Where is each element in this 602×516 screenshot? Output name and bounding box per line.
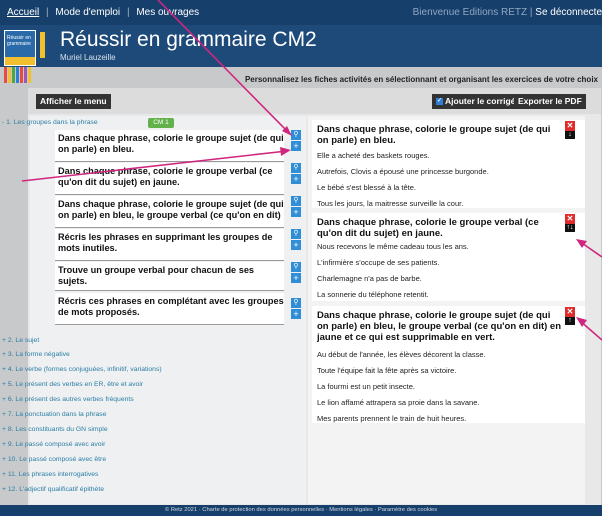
add-answer-key-toggle[interactable]: ✓ Ajouter le corrigé bbox=[432, 94, 520, 109]
selected-exercise-title: Dans chaque phrase, colorie le groupe ve… bbox=[317, 217, 539, 239]
my-books-link[interactable]: Mes ouvrages bbox=[136, 7, 199, 18]
logout-link[interactable]: Se déconnecte bbox=[535, 7, 602, 18]
chapter-link[interactable]: + 2. Le sujet bbox=[2, 337, 39, 344]
footer: © Retz 2021 · Charte de protection des d… bbox=[0, 505, 602, 516]
home-link[interactable]: Accueil bbox=[7, 7, 39, 18]
selected-exercise-card[interactable]: Dans chaque phrase, colorie le groupe su… bbox=[312, 306, 585, 423]
exercise-sentence: Elle a acheté des baskets rouges. bbox=[317, 151, 430, 160]
user-area: Bienvenue Editions RETZ | Se déconnecte bbox=[413, 7, 602, 18]
delete-icon[interactable]: ✕ bbox=[565, 121, 575, 131]
exercise-sentence: Autrefois, Clovis a épousé une princesse… bbox=[317, 167, 489, 176]
header-accent bbox=[40, 32, 45, 58]
cover-title: Réussir en grammaire bbox=[7, 35, 31, 47]
exercise-actions: ⚲ + bbox=[291, 229, 301, 250]
exercise-item: Dans chaque phrase, colorie le groupe su… bbox=[55, 196, 284, 228]
selected-exercise-card[interactable]: Dans chaque phrase, colorie le groupe su… bbox=[312, 120, 585, 208]
pencils-illustration bbox=[4, 67, 34, 83]
selected-exercise-card[interactable]: Dans chaque phrase, colorie le groupe ve… bbox=[312, 213, 585, 301]
preview-icon[interactable]: ⚲ bbox=[291, 298, 301, 308]
chapter-link[interactable]: + 4. Le verbe (formes conjuguées, infini… bbox=[2, 366, 162, 373]
add-exercise-icon[interactable]: + bbox=[291, 174, 301, 184]
preview-icon[interactable]: ⚲ bbox=[291, 163, 301, 173]
card-controls: ✕ ↑ bbox=[565, 307, 575, 325]
page-title: Réussir en grammaire CM2 bbox=[60, 28, 317, 51]
add-exercise-icon[interactable]: + bbox=[291, 207, 301, 217]
top-nav-bar: Accueil | Mode d'emploi | Mes ouvrages B… bbox=[0, 0, 602, 25]
exercise-text: Dans chaque phrase, colorie le groupe ve… bbox=[58, 166, 273, 187]
chapter-link[interactable]: + 7. La ponctuation dans la phrase bbox=[2, 411, 107, 418]
exercise-sentence: Toute l'équipe fait la fête après sa vic… bbox=[317, 366, 457, 375]
personalize-instructions: Personnalisez les fiches activités en sé… bbox=[244, 75, 598, 84]
exercise-text: Récris ces phrases en complétant avec le… bbox=[58, 296, 284, 317]
add-exercise-icon[interactable]: + bbox=[291, 240, 301, 250]
add-exercise-icon[interactable]: + bbox=[291, 273, 301, 283]
delete-icon[interactable]: ✕ bbox=[565, 307, 575, 317]
chapter-link[interactable]: + 6. Le présent des autres verbes fréque… bbox=[2, 396, 134, 403]
exercise-sentence: Tous les jours, la maitresse surveille l… bbox=[317, 199, 464, 208]
chapter-1-toggle[interactable]: - 1. Les groupes dans la phrase bbox=[2, 119, 98, 126]
exercise-item: Récris les phrases en supprimant les gro… bbox=[55, 229, 284, 261]
exercise-sentence: Mes parents prennent le train de huit he… bbox=[317, 414, 467, 423]
exercise-text: Trouve un groupe verbal pour chacun de s… bbox=[58, 265, 255, 286]
show-menu-button[interactable]: Afficher le menu bbox=[36, 94, 111, 109]
checkbox-checked-icon[interactable]: ✓ bbox=[436, 98, 443, 106]
move-up-down-icon[interactable]: ↑↓ bbox=[565, 224, 575, 232]
selected-exercise-title: Dans chaque phrase, colorie le groupe su… bbox=[317, 124, 551, 146]
chapter-link[interactable]: + 12. L'adjectif qualificatif épithète bbox=[2, 486, 104, 493]
add-exercise-icon[interactable]: + bbox=[291, 309, 301, 319]
exercise-sentence: Le lion affamé attrapera sa proie dans l… bbox=[317, 398, 480, 407]
exercise-actions: ⚲ + bbox=[291, 130, 301, 151]
preview-icon[interactable]: ⚲ bbox=[291, 262, 301, 272]
move-down-icon[interactable]: ↓ bbox=[565, 131, 575, 139]
book-cover: Réussir en grammaire bbox=[4, 30, 36, 66]
nav-separator: | bbox=[46, 7, 49, 18]
chapter-link[interactable]: + 5. Le présent des verbes en ER, être e… bbox=[2, 381, 143, 388]
add-exercise-icon[interactable]: + bbox=[291, 141, 301, 151]
exercise-actions: ⚲ + bbox=[291, 163, 301, 184]
exercise-item: Récris ces phrases en complétant avec le… bbox=[55, 293, 284, 325]
exercise-item: Trouve un groupe verbal pour chacun de s… bbox=[55, 262, 284, 291]
exercise-sentence: Au début de l'année, les élèves décorent… bbox=[317, 350, 486, 359]
exercise-actions: ⚲ + bbox=[291, 262, 301, 283]
exercise-text: Récris les phrases en supprimant les gro… bbox=[58, 232, 273, 253]
cover-band bbox=[5, 57, 35, 65]
export-pdf-button[interactable]: Exporter le PDF bbox=[514, 94, 586, 109]
exercise-sentence: La fourmi est un petit insecte. bbox=[317, 382, 415, 391]
level-badge: CM 1 bbox=[148, 118, 174, 128]
preview-icon[interactable]: ⚲ bbox=[291, 196, 301, 206]
exercise-item: Dans chaque phrase, colorie le groupe su… bbox=[55, 130, 284, 162]
preview-icon[interactable]: ⚲ bbox=[291, 229, 301, 239]
exercise-actions: ⚲ + bbox=[291, 298, 301, 319]
exercise-item: Dans chaque phrase, colorie le groupe ve… bbox=[55, 163, 284, 195]
chapter-link[interactable]: + 11. Les phrases interrogatives bbox=[2, 471, 98, 478]
user-guide-link[interactable]: Mode d'emploi bbox=[55, 7, 120, 18]
exercise-sentence: La sonnerie du téléphone retentit. bbox=[317, 290, 429, 299]
exercise-actions: ⚲ + bbox=[291, 196, 301, 217]
welcome-text: Bienvenue Editions RETZ | bbox=[412, 7, 533, 18]
exercise-text: Dans chaque phrase, colorie le groupe su… bbox=[58, 199, 284, 220]
exercise-text: Dans chaque phrase, colorie le groupe su… bbox=[58, 133, 284, 154]
move-up-icon[interactable]: ↑ bbox=[565, 317, 575, 325]
card-controls: ✕ ↑↓ bbox=[565, 214, 575, 232]
exercise-sentence: L'infirmière s'occupe de ses patients. bbox=[317, 258, 440, 267]
delete-icon[interactable]: ✕ bbox=[565, 214, 575, 224]
exercise-sentence: Le bébé s'est blessé à la tête. bbox=[317, 183, 416, 192]
exercise-sentence: Charlemagne n'a pas de barbe. bbox=[317, 274, 422, 283]
chapter-link[interactable]: + 8. Les constituants du GN simple bbox=[2, 426, 108, 433]
top-nav: Accueil | Mode d'emploi | Mes ouvrages bbox=[7, 7, 203, 18]
selected-exercise-title: Dans chaque phrase, colorie le groupe su… bbox=[317, 310, 562, 343]
author-name: Muriel Lauzeille bbox=[60, 53, 116, 62]
preview-icon[interactable]: ⚲ bbox=[291, 130, 301, 140]
card-controls: ✕ ↓ bbox=[565, 121, 575, 139]
chapter-link[interactable]: + 10. Le passé composé avec être bbox=[2, 456, 106, 463]
add-answer-key-label: Ajouter le corrigé bbox=[445, 96, 516, 106]
exercise-sentence: Nous recevons le même cadeau tous les an… bbox=[317, 242, 469, 251]
chapter-link[interactable]: + 9. Le passé composé avec avoir bbox=[2, 441, 105, 448]
nav-separator: | bbox=[126, 7, 130, 18]
chapter-link[interactable]: + 3. La forme négative bbox=[2, 351, 70, 358]
